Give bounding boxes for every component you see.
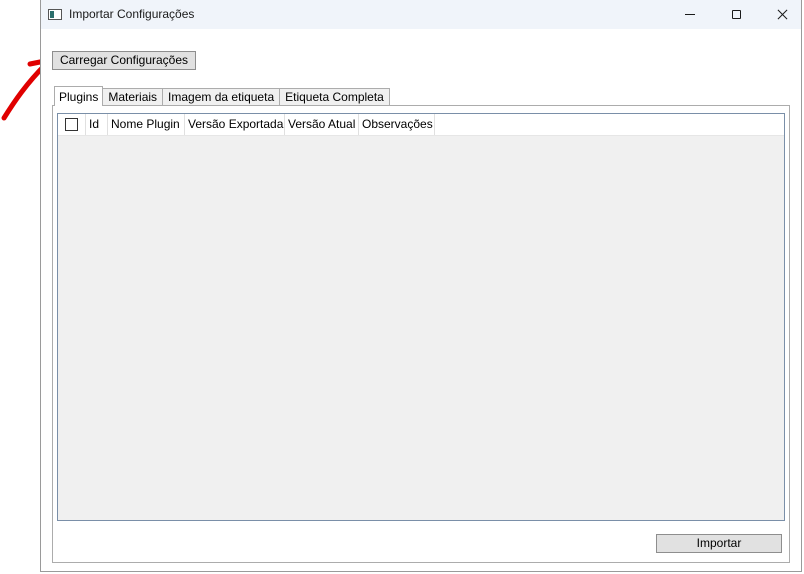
close-icon	[777, 9, 788, 20]
app-window-icon	[48, 9, 62, 20]
minimize-button[interactable]	[667, 0, 713, 29]
column-header-select[interactable]	[58, 114, 86, 135]
tab-full-label[interactable]: Etiqueta Completa	[279, 88, 390, 106]
plugins-grid[interactable]: Id Nome Plugin Versão Exportada Versão A…	[57, 113, 785, 521]
tab-materials[interactable]: Materiais	[102, 88, 164, 106]
import-settings-window: Importar Configurações Carregar Configur…	[40, 0, 802, 572]
column-header-id[interactable]: Id	[86, 114, 108, 135]
minimize-icon	[685, 14, 695, 15]
close-button[interactable]	[759, 0, 804, 29]
column-header-notes[interactable]: Observações	[359, 114, 435, 135]
tab-plugins[interactable]: Plugins	[54, 86, 104, 106]
load-settings-button[interactable]: Carregar Configurações	[52, 51, 196, 70]
column-header-current-version[interactable]: Versão Atual	[285, 114, 359, 135]
import-button[interactable]: Importar	[656, 534, 782, 553]
column-header-plugin-name[interactable]: Nome Plugin	[108, 114, 185, 135]
grid-header: Id Nome Plugin Versão Exportada Versão A…	[58, 114, 784, 136]
tab-label-image[interactable]: Imagem da etiqueta	[162, 88, 281, 106]
tab-strip: Plugins Materiais Imagem da etiqueta Eti…	[54, 86, 390, 106]
select-all-checkbox[interactable]	[65, 118, 78, 131]
window-title: Importar Configurações	[69, 7, 195, 21]
maximize-button[interactable]	[713, 0, 759, 29]
plugins-tab-panel: Id Nome Plugin Versão Exportada Versão A…	[52, 105, 790, 563]
column-header-exported-version[interactable]: Versão Exportada	[185, 114, 285, 135]
title-bar[interactable]: Importar Configurações	[41, 0, 801, 29]
maximize-icon	[731, 10, 741, 19]
